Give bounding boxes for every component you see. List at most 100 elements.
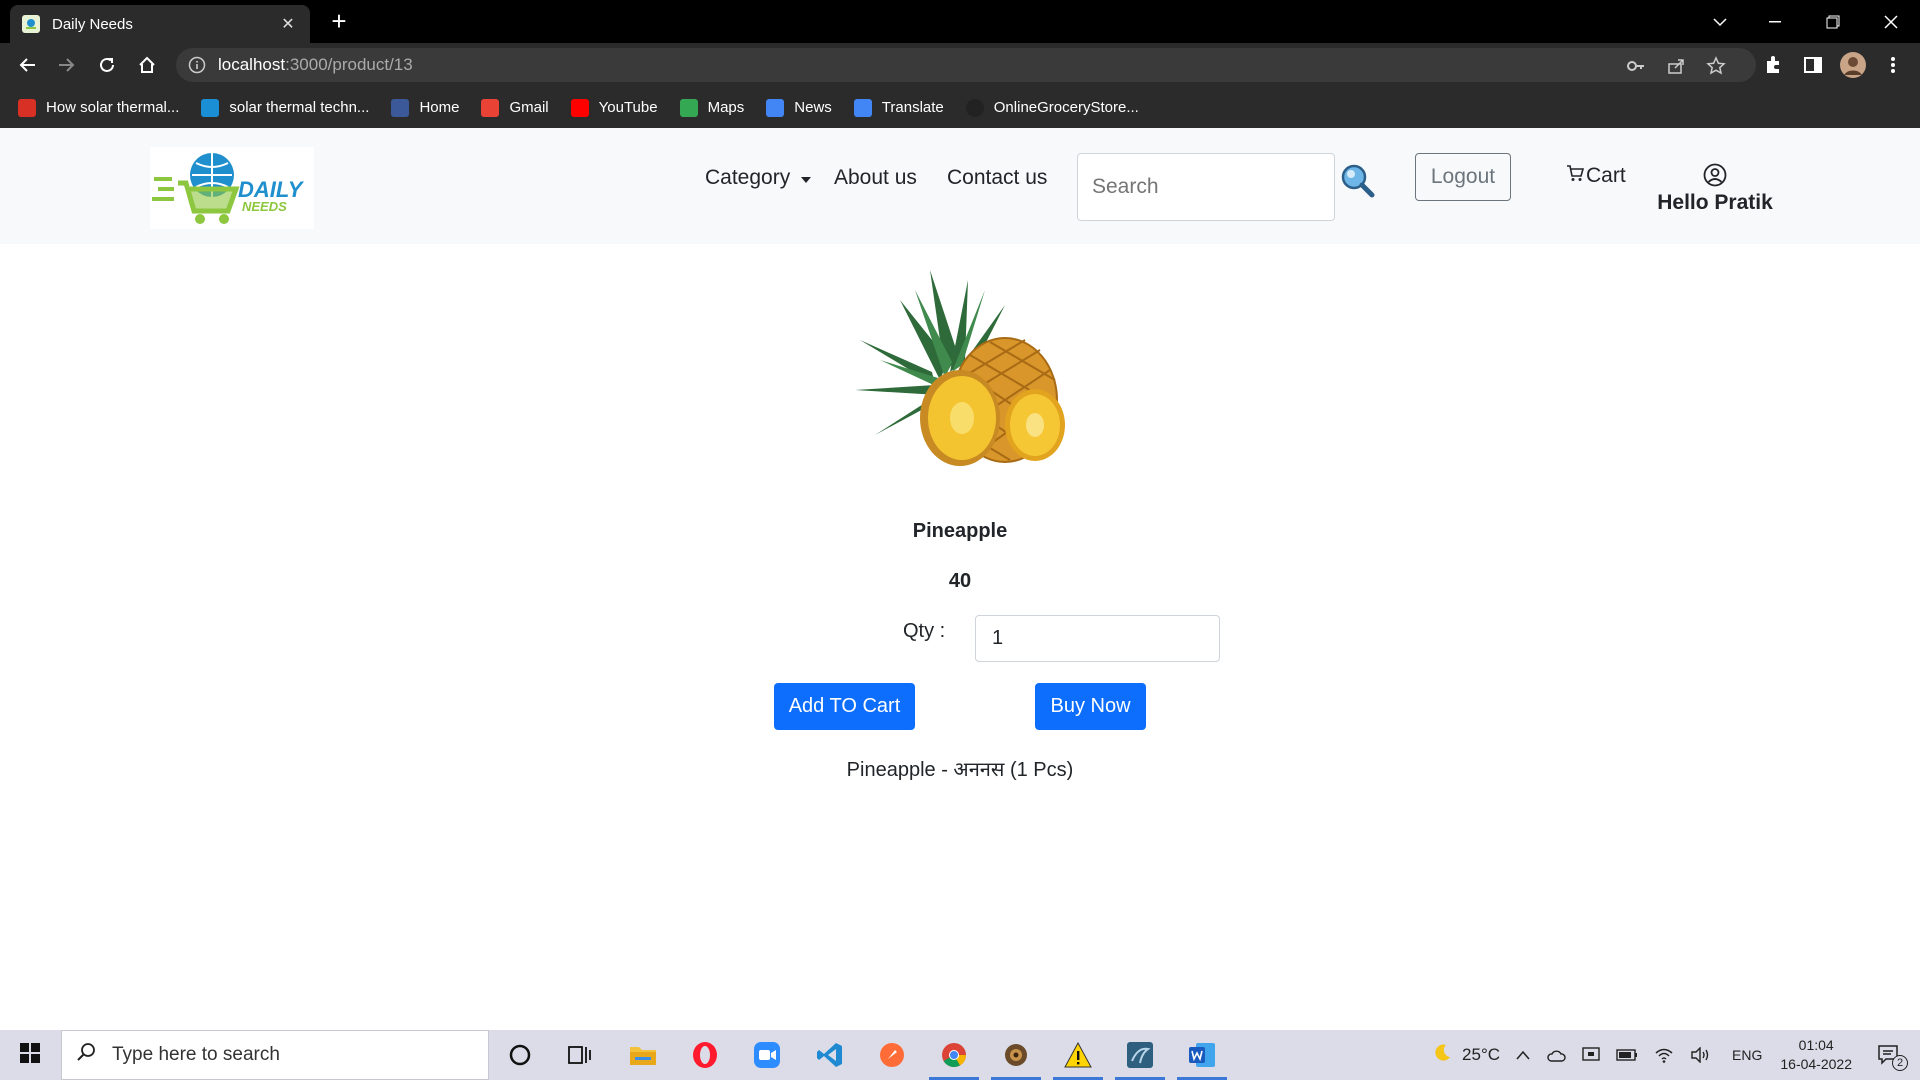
bookmark-item[interactable]: YouTube [570, 94, 658, 122]
file-explorer-icon[interactable] [626, 1038, 660, 1072]
address-bar[interactable]: localhost:3000/product/13 [176, 48, 1756, 82]
bookmark-favicon-icon [18, 98, 36, 117]
category-label: Category [705, 166, 791, 189]
restore-icon[interactable] [1810, 7, 1856, 37]
onedrive-icon[interactable] [1546, 1048, 1566, 1062]
start-button[interactable] [0, 1030, 60, 1080]
close-window-icon[interactable] [1868, 7, 1914, 37]
nav-contact-link[interactable]: Contact us [947, 166, 1047, 190]
moon-icon [1432, 1043, 1452, 1068]
site-favicon-icon [22, 15, 40, 33]
notifications-icon[interactable]: 2 [1878, 1045, 1908, 1071]
search-icon [76, 1042, 96, 1068]
search-icon[interactable] [1340, 163, 1376, 199]
news-icon [766, 98, 785, 117]
share-icon[interactable] [1666, 56, 1686, 76]
zoom-icon[interactable] [750, 1038, 784, 1072]
user-greeting: Hello Pratik [1657, 191, 1773, 214]
bookmark-favicon-icon [201, 98, 220, 117]
browser-menu-icon[interactable] [1880, 52, 1906, 78]
bookmarks-bar: How solar thermal... solar thermal techn… [0, 87, 1920, 128]
bookmark-label: OnlineGroceryStore... [993, 99, 1139, 116]
opera-icon[interactable] [688, 1038, 722, 1072]
postman-icon[interactable] [875, 1038, 909, 1072]
tab-search-icon[interactable] [1697, 7, 1743, 37]
bookmark-item[interactable]: How solar thermal... [18, 94, 179, 122]
bookmark-item[interactable]: OnlineGroceryStore... [965, 94, 1139, 122]
category-dropdown[interactable]: Category [705, 166, 812, 190]
profile-avatar[interactable] [1840, 52, 1866, 78]
notification-count: 2 [1892, 1055, 1908, 1071]
tab-title: Daily Needs [52, 15, 133, 33]
bookmark-label: News [794, 99, 832, 116]
logout-button[interactable]: Logout [1415, 153, 1511, 201]
product-description: Pineapple - अननस (1 Pcs) [846, 759, 1074, 781]
cart-icon [1566, 164, 1585, 188]
home-icon[interactable] [133, 51, 161, 79]
back-icon[interactable] [13, 51, 41, 79]
reload-icon[interactable] [93, 51, 121, 79]
taskbar-search-input[interactable]: Type here to search [61, 1030, 489, 1080]
logo-subtext: NEEDS [242, 199, 287, 214]
warning-icon[interactable] [1053, 1038, 1103, 1080]
windows-taskbar: Type here to search 25°C ENG 01:04 16-04… [0, 1030, 1920, 1080]
bookmark-star-icon[interactable] [1706, 56, 1726, 76]
cortana-icon[interactable] [503, 1038, 537, 1072]
word-icon[interactable] [1177, 1038, 1227, 1080]
clock-time: 01:04 [1798, 1037, 1834, 1053]
youtube-icon [570, 98, 589, 117]
product-price: 40 [948, 570, 972, 592]
cart-label: Cart [1586, 164, 1626, 187]
site-logo[interactable]: DAILY NEEDS [150, 147, 314, 229]
extensions-icon[interactable] [1760, 52, 1786, 78]
bookmark-item[interactable]: solar thermal techn... [201, 94, 369, 122]
cart-link[interactable]: Cart [1566, 164, 1626, 188]
bookmark-item[interactable]: Gmail [481, 94, 549, 122]
new-tab-button[interactable]: + [325, 8, 353, 36]
bookmark-item[interactable]: Home [391, 94, 459, 122]
maps-icon [679, 98, 698, 117]
bookmark-label: Home [419, 99, 460, 116]
nav-about-link[interactable]: About us [834, 166, 917, 190]
minimize-icon[interactable] [1752, 7, 1798, 37]
task-view-icon[interactable] [563, 1038, 597, 1072]
bookmark-favicon-icon [965, 98, 984, 117]
user-circle-icon [1703, 163, 1727, 187]
language-indicator[interactable]: ENG [1732, 1047, 1762, 1063]
show-hidden-icons-icon[interactable] [1516, 1050, 1530, 1060]
key-icon[interactable] [1626, 56, 1646, 76]
wifi-icon[interactable] [1654, 1047, 1674, 1063]
network-monitor-icon[interactable] [1582, 1047, 1600, 1063]
translate-icon [853, 98, 872, 117]
user-profile[interactable]: Hello Pratik [1640, 163, 1790, 215]
mysql-workbench-icon[interactable] [1115, 1038, 1165, 1080]
bookmark-item[interactable]: News [766, 94, 832, 122]
chrome-icon[interactable] [929, 1038, 979, 1080]
vscode-icon[interactable] [813, 1038, 847, 1072]
system-tray: 25°C ENG 01:04 16-04-2022 2 [1424, 1030, 1920, 1080]
close-tab-icon[interactable]: ✕ [278, 14, 298, 34]
clock-date: 16-04-2022 [1780, 1056, 1852, 1072]
site-info-icon[interactable] [188, 56, 206, 74]
weather-widget[interactable]: 25°C [1432, 1043, 1500, 1068]
caret-down-icon [800, 166, 812, 190]
add-to-cart-button[interactable]: Add TO Cart [774, 683, 915, 730]
forward-icon[interactable] [53, 51, 81, 79]
quantity-input[interactable] [975, 615, 1220, 662]
bookmark-item[interactable]: Translate [853, 94, 944, 122]
buy-now-button[interactable]: Buy Now [1035, 683, 1146, 730]
site-navbar: DAILY NEEDS Category About us Contact us… [0, 128, 1920, 244]
battery-icon[interactable] [1616, 1049, 1638, 1061]
bookmark-item[interactable]: Maps [679, 94, 744, 122]
product-image [840, 260, 1080, 475]
browser-tab[interactable]: Daily Needs ✕ [10, 5, 310, 43]
browser-toolbar: localhost:3000/product/13 [0, 43, 1920, 87]
search-input[interactable] [1077, 153, 1335, 221]
clock[interactable]: 01:04 16-04-2022 [1780, 1036, 1852, 1074]
settings-gear-icon[interactable] [991, 1038, 1041, 1080]
volume-icon[interactable] [1690, 1047, 1710, 1063]
url-host: localhost [218, 55, 286, 74]
bookmark-label: Gmail [509, 99, 549, 116]
side-panel-icon[interactable] [1800, 52, 1826, 78]
browser-tab-bar: Daily Needs ✕ + [0, 0, 1920, 43]
